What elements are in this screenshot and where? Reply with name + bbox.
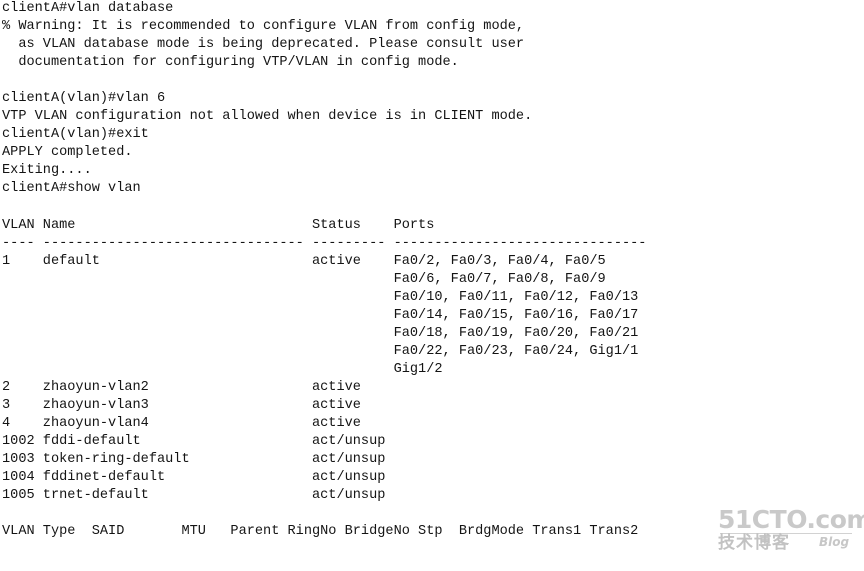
console-output[interactable]: clientA#vlan database % Warning: It is r…: [2, 0, 646, 541]
watermark-divider: [720, 533, 852, 534]
watermark-blog-label: Blog: [819, 535, 850, 549]
terminal-window[interactable]: clientA#vlan database % Warning: It is r…: [0, 0, 864, 571]
watermark-brand: 51CTO.com: [718, 505, 864, 534]
site-watermark: 51CTO.com 技术博客 Blog: [718, 507, 864, 553]
watermark-subtitle-cn: 技术博客: [718, 533, 790, 553]
